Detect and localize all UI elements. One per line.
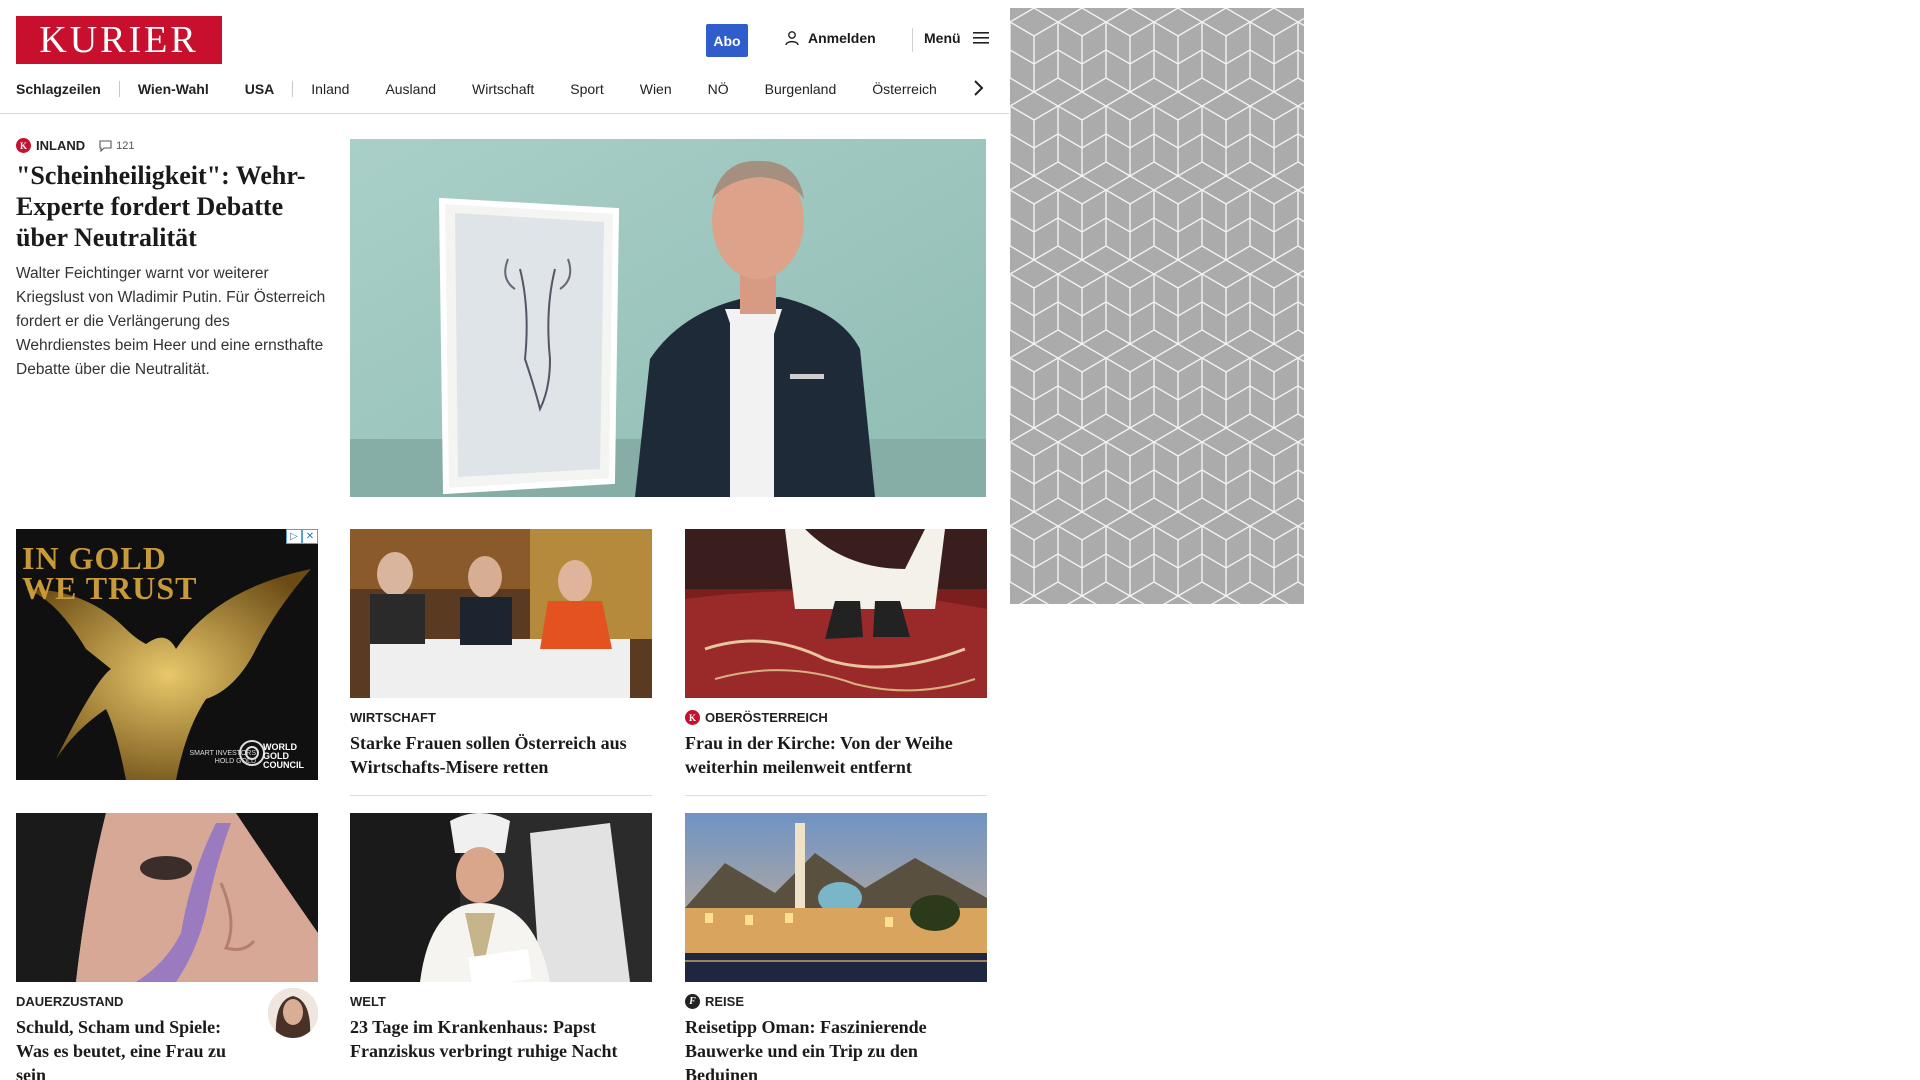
ad-brand: WORLD GOLD COUNCIL — [263, 742, 304, 770]
comment-count-value: 121 — [116, 139, 135, 152]
menu-button[interactable]: Menü — [924, 30, 991, 46]
nav-item-wirtschaft[interactable]: Wirtschaft — [454, 81, 552, 97]
article-card[interactable]: f REISE Reisetipp Oman: Faszinierende Ba… — [685, 813, 987, 1080]
abo-button[interactable]: Abo — [706, 24, 748, 57]
article-category[interactable]: K OBERÖSTERREICH — [685, 710, 987, 725]
lead-category-label: INLAND — [36, 138, 86, 153]
kurier-plus-icon: K — [685, 710, 700, 725]
login-label: Anmelden — [808, 30, 876, 46]
comment-icon — [99, 139, 112, 152]
hamburger-icon — [972, 32, 989, 44]
nav-item-wien[interactable]: Wien — [622, 81, 690, 97]
ad-headline: IN GOLD WE TRUST — [22, 540, 198, 606]
article-image[interactable] — [350, 529, 652, 698]
lead-meta: K INLAND 121 — [16, 138, 134, 153]
lead-teaser: Walter Feichtinger warnt vor weiterer Kr… — [16, 265, 326, 378]
article-category[interactable]: WELT — [350, 994, 652, 1009]
article-title[interactable]: Frau in der Kirche: Von der Weihe weiter… — [685, 731, 987, 779]
article-card[interactable]: DAUERZUSTAND Schuld, Scham und Spiele: W… — [16, 813, 318, 1080]
freizeit-icon: f — [685, 994, 700, 1009]
article-title[interactable]: 23 Tage im Krankenhaus: Papst Franziskus… — [350, 1015, 652, 1063]
adchoices-icon[interactable]: ▷ — [286, 529, 302, 544]
nav-item-ausland[interactable]: Ausland — [367, 81, 454, 97]
article-card[interactable]: K OBERÖSTERREICH Frau in der Kirche: Von… — [685, 529, 987, 796]
article-image[interactable] — [350, 813, 652, 982]
chevron-right-icon[interactable] — [972, 78, 986, 98]
kurier-logo[interactable]: KURIER — [16, 16, 222, 64]
comment-count[interactable]: 121 — [99, 140, 134, 152]
author-avatar[interactable] — [268, 988, 318, 1038]
article-category[interactable]: f REISE — [685, 994, 987, 1009]
ad-close-icon[interactable]: ✕ — [302, 529, 318, 544]
login-button[interactable]: Anmelden — [784, 30, 876, 46]
article-category[interactable]: WIRTSCHAFT — [350, 710, 652, 725]
nav-divider — [0, 113, 1009, 114]
nav-item-schlagzeilen[interactable]: Schlagzeilen — [16, 81, 119, 97]
card-divider — [350, 795, 652, 796]
article-title[interactable]: Schuld, Scham und Spiele: Was es beutet,… — [16, 1015, 256, 1080]
article-card[interactable]: WIRTSCHAFT Starke Frauen sollen Österrei… — [350, 529, 652, 796]
nav-item-usa[interactable]: USA — [227, 81, 293, 97]
lead-category[interactable]: K INLAND — [16, 138, 85, 153]
section-nav: Schlagzeilen Wien-Wahl USA Inland Auslan… — [16, 78, 988, 100]
article-card[interactable]: WELT 23 Tage im Krankenhaus: Papst Franz… — [350, 813, 652, 1063]
lead-headline[interactable]: "Scheinheiligkeit": Wehr-Experte fordert… — [16, 160, 326, 253]
kurier-plus-icon: K — [16, 138, 31, 153]
user-icon — [785, 31, 799, 46]
article-title[interactable]: Reisetipp Oman: Faszinierende Bauwerke u… — [685, 1015, 987, 1080]
article-image[interactable] — [685, 529, 987, 698]
nav-item-inland[interactable]: Inland — [293, 81, 367, 97]
gold-advertisement[interactable]: IN GOLD WE TRUST SMART INVESTORS HOLD GO… — [16, 529, 318, 780]
nav-item-burgenland[interactable]: Burgenland — [747, 81, 855, 97]
article-title[interactable]: Starke Frauen sollen Österreich aus Wirt… — [350, 731, 652, 779]
menu-label: Menü — [924, 30, 961, 46]
nav-item-oesterreich[interactable]: Österreich — [854, 81, 955, 97]
ad-choices[interactable]: ▷ ✕ — [286, 529, 318, 544]
nav-item-sport[interactable]: Sport — [552, 81, 621, 97]
article-image[interactable] — [685, 813, 987, 982]
article-image[interactable] — [16, 813, 318, 982]
ad-placeholder-pattern — [1010, 8, 1304, 604]
ad-tagline: SMART INVESTORS HOLD GOLD — [189, 750, 256, 765]
header-divider — [912, 28, 913, 52]
lead-image[interactable] — [350, 139, 986, 497]
nav-item-noe[interactable]: NÖ — [690, 81, 747, 97]
page: KURIER Abo Anmelden Menü Schlagzeilen Wi… — [0, 0, 1920, 1080]
nav-item-wien-wahl[interactable]: Wien-Wahl — [120, 81, 227, 97]
card-divider — [685, 795, 987, 796]
